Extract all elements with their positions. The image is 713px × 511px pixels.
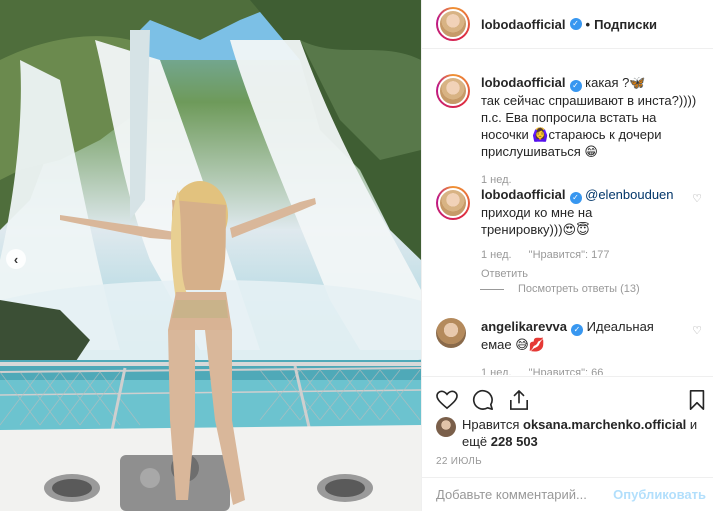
- instagram-post-view: ‹ lobodaofficial ✓ • Подписки lobodaoffi…: [0, 0, 713, 511]
- liker-avatar: [436, 417, 456, 437]
- post-date[interactable]: 22 ИЮЛЬ: [436, 456, 482, 467]
- comment-text-line: Идеальная: [586, 319, 654, 334]
- comment-text-line: приходи ко мне на: [481, 205, 593, 220]
- chevron-left-icon: ‹: [13, 251, 19, 267]
- comment-like-count[interactable]: "Нравится": 177: [529, 249, 610, 261]
- post-side-panel: lobodaofficial ✓ • Подписки lobodaoffici…: [421, 0, 713, 511]
- comment-username[interactable]: lobodaofficial: [481, 187, 566, 202]
- comment-timestamp[interactable]: 1 нед.: [481, 249, 512, 261]
- verified-badge-icon: ✓: [569, 18, 582, 30]
- caption: lobodaofficial ✓ какая ?🦋 так сейчас спра…: [436, 74, 708, 189]
- post-header: lobodaofficial ✓ • Подписки: [422, 0, 713, 49]
- post-photo[interactable]: ‹: [0, 0, 421, 511]
- share-icon[interactable]: [506, 387, 532, 413]
- add-comment-bar: Опубликовать: [422, 477, 713, 511]
- likes-summary[interactable]: Нравится oksana.marchenko.official и ещё…: [436, 416, 708, 450]
- caption-timestamp[interactable]: 1 нед.: [481, 174, 512, 186]
- likes-joiner: и: [689, 417, 698, 432]
- following-button[interactable]: Подписки: [594, 17, 657, 32]
- likes-prefix: Нравится: [462, 417, 520, 432]
- comment-text-line: емае 😅💋: [481, 337, 545, 352]
- comment-timestamp[interactable]: 1 нед.: [481, 367, 512, 375]
- verified-badge-icon: ✓: [569, 80, 582, 92]
- likes-more-prefix: ещё: [462, 434, 488, 449]
- divider-line: [480, 288, 504, 290]
- caption-text-line: прислушиваться 😁: [481, 144, 598, 159]
- view-replies-label: Посмотреть ответы (13): [518, 283, 640, 295]
- view-replies-button[interactable]: Посмотреть ответы (13): [480, 283, 640, 295]
- caption-text-line: п.с. Ева попросила встать на: [481, 110, 657, 125]
- verified-badge-icon: ✓: [571, 324, 584, 336]
- likes-count[interactable]: 228 503: [491, 434, 538, 449]
- comment-text-line: тренировку)))😍😇: [481, 222, 590, 237]
- liker-username[interactable]: oksana.marchenko.official: [523, 417, 686, 432]
- caption-avatar[interactable]: [436, 74, 470, 108]
- avatar-image: [438, 188, 468, 218]
- comment-item: lobodaofficial ✓ @elenbouduen приходи ко …: [436, 186, 708, 283]
- comment-username[interactable]: angelikarevva: [481, 319, 567, 334]
- comment-like-heart-icon[interactable]: ♡: [692, 192, 702, 205]
- author-username[interactable]: lobodaofficial: [481, 17, 566, 32]
- separator-dot: •: [585, 16, 591, 32]
- caption-text-line: так сейчас спрашивают в инста?)))): [481, 93, 697, 108]
- comments-list[interactable]: lobodaofficial ✓ какая ?🦋 так сейчас спра…: [422, 50, 713, 375]
- comment-avatar[interactable]: [436, 186, 470, 220]
- caption-text-line: какая ?🦋: [585, 75, 646, 90]
- author-avatar[interactable]: [436, 7, 470, 41]
- caption-username[interactable]: lobodaofficial: [481, 75, 566, 90]
- carousel-prev-button[interactable]: ‹: [6, 249, 26, 269]
- comment-reply-button[interactable]: Ответить: [481, 266, 670, 283]
- avatar-image: [438, 76, 468, 106]
- verified-badge-icon: ✓: [569, 192, 582, 204]
- avatar-image: [438, 9, 468, 39]
- publish-button[interactable]: Опубликовать: [613, 487, 706, 502]
- comment-icon[interactable]: [470, 387, 496, 413]
- bookmark-icon[interactable]: [684, 387, 710, 413]
- photo-illustration: [0, 0, 421, 511]
- comment-item: angelikarevva ✓ Идеальная емае 😅💋 1 нед. …: [436, 318, 708, 375]
- comment-like-count[interactable]: "Нравится": 66: [529, 367, 604, 375]
- comment-input[interactable]: [436, 487, 616, 502]
- comment-avatar[interactable]: [436, 318, 466, 348]
- comment-mention-link[interactable]: @elenbouduen: [585, 187, 673, 202]
- heart-icon[interactable]: [434, 387, 460, 413]
- caption-text-line: носочки 🙆‍♀️стараюсь к дочери: [481, 127, 662, 142]
- comment-like-heart-icon[interactable]: ♡: [692, 324, 702, 337]
